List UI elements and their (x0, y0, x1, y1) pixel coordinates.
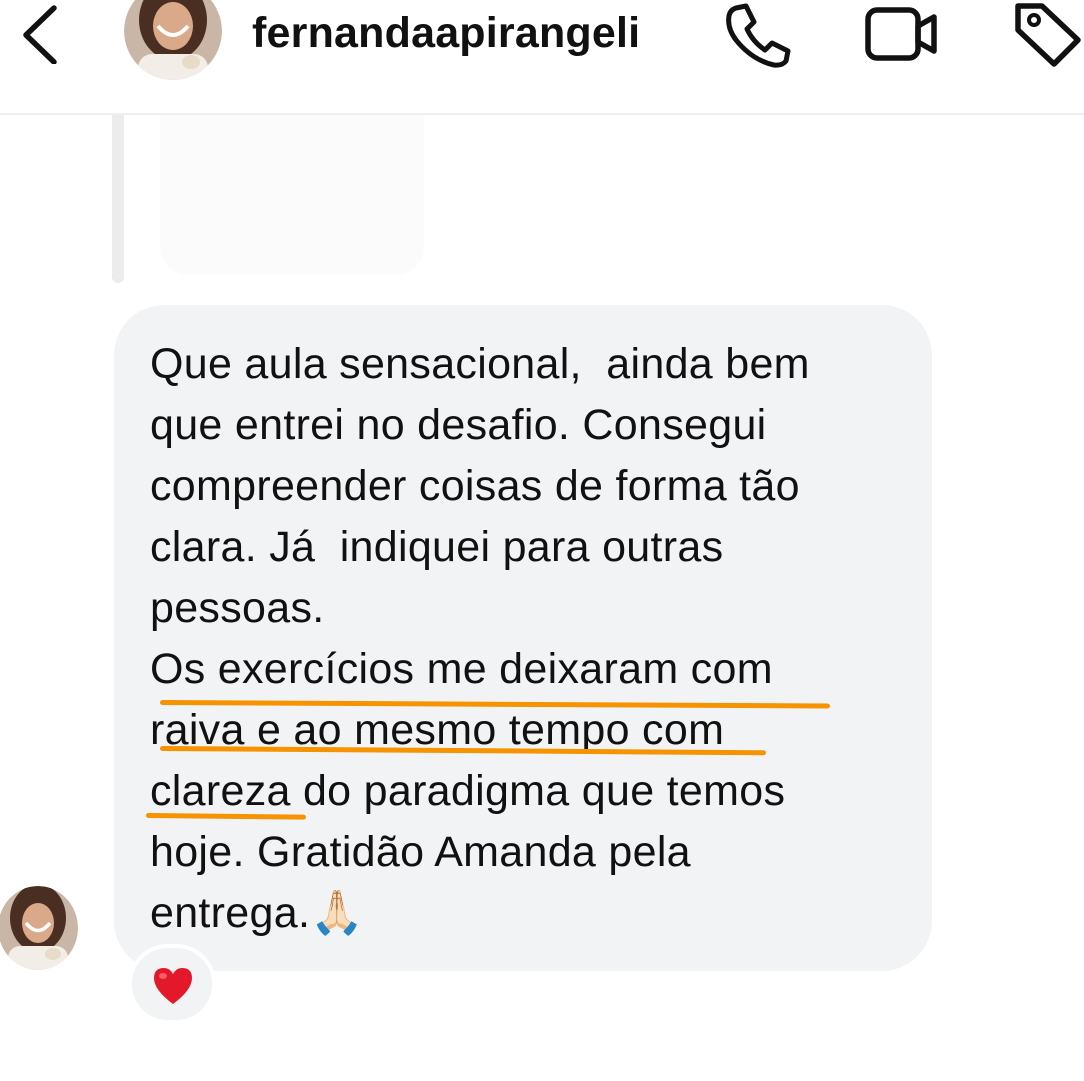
instagram-dm-screen: fernandaapirangeli Que aula sensacional,… (0, 0, 1084, 1081)
reply-bar (112, 115, 124, 283)
audio-call-button[interactable] (722, 0, 794, 68)
chevron-left-icon (23, 5, 57, 65)
video-call-button[interactable] (862, 0, 942, 68)
reaction-badge[interactable] (128, 944, 216, 1024)
label-button[interactable] (1006, 0, 1084, 68)
contact-avatar[interactable] (124, 0, 222, 80)
avatar-photo (0, 886, 78, 970)
sender-avatar[interactable] (0, 886, 78, 970)
phone-icon (726, 3, 791, 68)
tag-icon (1015, 3, 1081, 67)
contact-username[interactable]: fernandaapirangeli (252, 8, 640, 58)
avatar-photo (124, 0, 222, 80)
video-camera-icon (865, 7, 937, 61)
back-button[interactable] (16, 2, 68, 65)
chat-header: fernandaapirangeli (0, 0, 1084, 115)
heart-icon (154, 968, 192, 1004)
previous-message-card[interactable] (160, 115, 424, 275)
message-text: Que aula sensacional, ainda bem que entr… (150, 340, 810, 937)
previous-message-preview (112, 115, 432, 283)
